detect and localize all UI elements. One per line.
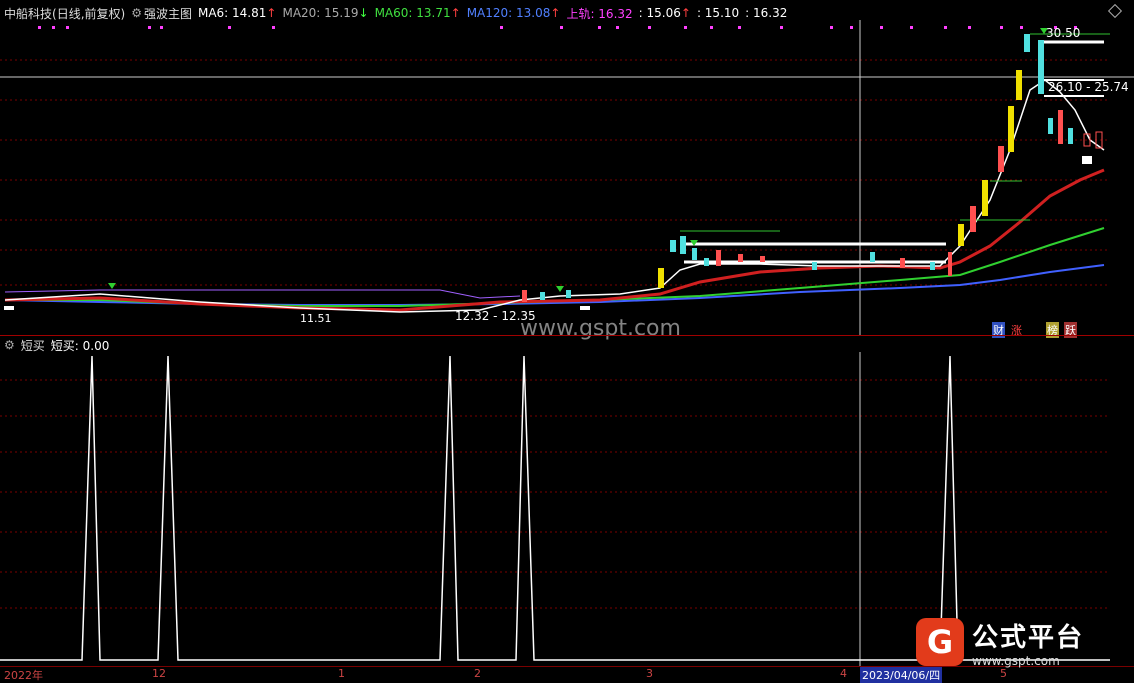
date-2022: 2022年 xyxy=(4,669,43,682)
high-price-label: 30.50 xyxy=(1046,26,1081,40)
value-1-arrow-icon: ↑ xyxy=(680,6,691,20)
date-1: 1 xyxy=(338,667,345,680)
pane-divider[interactable] xyxy=(0,335,1134,336)
ma60-arrow-icon: ↑ xyxy=(450,6,461,20)
value-1: : 15.06 xyxy=(638,6,681,20)
upper-band-line xyxy=(4,289,521,299)
price-chart[interactable] xyxy=(0,20,1134,335)
ma60-value: MA60: 13.71 xyxy=(374,6,451,20)
period-mode[interactable]: (日线,前复权) xyxy=(52,5,125,22)
low-price-label: 11.51 xyxy=(300,312,332,325)
range-price-label: 26.10 - 25.74 xyxy=(1048,80,1129,94)
ma20-arrow-icon: ↓ xyxy=(358,6,369,20)
gspt-logo: G 公式平台 www.gspt.com xyxy=(916,615,1122,669)
ma20-value: MA20: 15.19 xyxy=(282,6,359,20)
indicator-value: 短买: 0.00 xyxy=(50,338,110,353)
watermark-text: www.gspt.com xyxy=(520,316,681,341)
value-3: : 16.32 xyxy=(745,6,788,20)
main-indicator-name[interactable]: 强波主图 xyxy=(144,5,192,22)
ma20-line xyxy=(4,168,1105,312)
ma6-arrow-icon: ↑ xyxy=(266,6,277,20)
date-3: 3 xyxy=(646,667,653,680)
ma120-value: MA120: 13.08 xyxy=(466,6,551,20)
ma120-arrow-icon: ↑ xyxy=(550,6,561,20)
indicator-gear-icon[interactable]: ⚙ xyxy=(131,6,142,20)
price-grid xyxy=(0,59,1110,286)
logo-badge-icon: G xyxy=(916,618,964,666)
diamond-icon[interactable] xyxy=(1107,3,1123,19)
indicator-gear-icon[interactable]: ⚙ xyxy=(4,338,15,352)
buy-arrow-icons xyxy=(108,28,1048,292)
date-4: 4 xyxy=(840,667,847,680)
upper-band-value: 上轨: 16.32 xyxy=(566,6,633,21)
date-12: 12 xyxy=(152,667,166,680)
value-2: : 15.10 xyxy=(696,6,740,20)
logo-title: 公式平台 xyxy=(972,622,1085,653)
cursor-date: 2023/04/06/四 xyxy=(860,667,943,683)
indicator-name[interactable]: 短买 xyxy=(21,337,45,354)
date-2: 2 xyxy=(474,667,481,680)
ma6-value: MA6: 14.81 xyxy=(197,6,267,20)
indicator-header: ⚙ 短买 短买: 0.00 xyxy=(4,337,109,353)
signal-dots xyxy=(38,26,1077,29)
chart-window: 中船科技 (日线,前复权) ⚙ 强波主图 MA6: 14.81 ↑ MA20: … xyxy=(0,0,1134,683)
stock-name[interactable]: 中船科技 xyxy=(4,5,52,22)
logo-url: www.gspt.com xyxy=(972,653,1060,668)
